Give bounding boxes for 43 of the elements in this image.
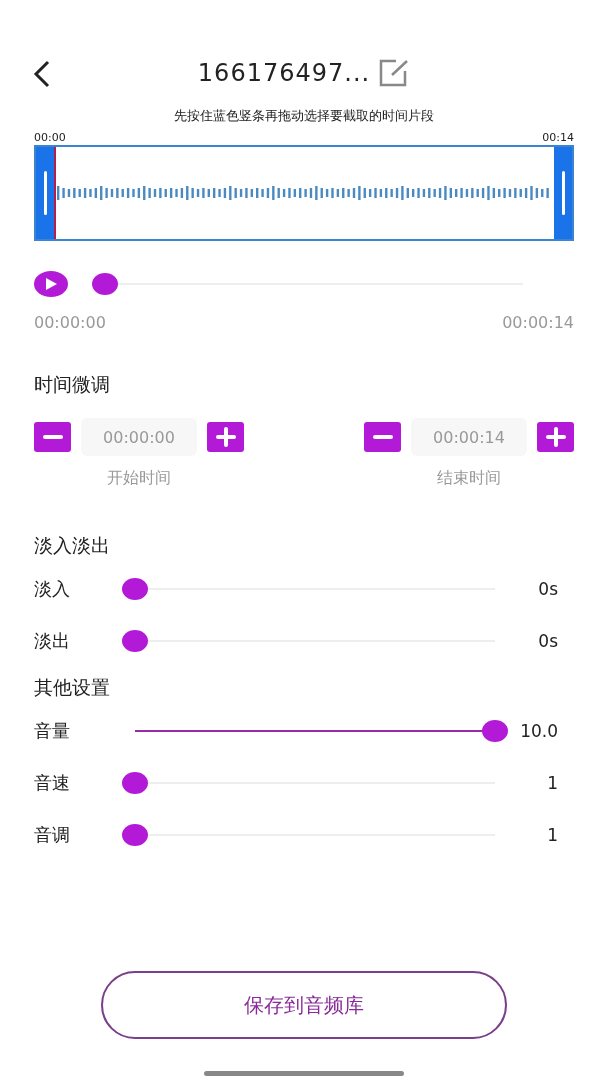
slider-label: 淡入 — [34, 577, 71, 601]
section-title: 其他设置 — [34, 675, 111, 700]
minus-icon — [42, 435, 63, 439]
field-caption: 结束时间 — [437, 468, 501, 489]
slider-label: 音速 — [34, 771, 71, 795]
play-button[interactable] — [34, 271, 68, 297]
plus-button[interactable] — [537, 422, 574, 452]
time-field[interactable]: 00:00:14 — [411, 418, 527, 456]
hint-text: 先按住蓝色竖条再拖动选择要截取的时间片段 — [173, 107, 435, 125]
start-mark: 00:00 — [34, 131, 66, 144]
play-icon — [44, 277, 58, 291]
slider-thumb[interactable] — [122, 578, 148, 600]
back-icon[interactable] — [32, 60, 52, 88]
slider-thumb[interactable] — [122, 824, 148, 846]
section-title: 淡入淡出 — [34, 533, 111, 558]
slider-thumb[interactable] — [122, 772, 148, 794]
plus-icon — [545, 427, 566, 447]
slider-value: 10.0 — [519, 721, 558, 741]
slider-thumb[interactable] — [92, 273, 118, 295]
minus-icon — [372, 435, 393, 439]
slider-thumb[interactable] — [122, 630, 148, 652]
slider-value: 0s — [537, 579, 558, 599]
plus-button[interactable] — [207, 422, 244, 452]
save-button[interactable]: 保存到音频库 — [101, 971, 507, 1039]
minus-button[interactable] — [364, 422, 401, 452]
end-mark: 00:14 — [542, 131, 574, 144]
slider-thumb[interactable] — [482, 720, 508, 742]
current-time: 00:00:00 — [34, 313, 106, 332]
slider-label: 音量 — [34, 719, 71, 743]
trim-handle[interactable] — [554, 147, 572, 239]
plus-icon — [215, 427, 236, 447]
section-title: 时间微调 — [34, 372, 111, 397]
time-field[interactable]: 00:00:00 — [81, 418, 197, 456]
slider-value: 1 — [546, 773, 558, 793]
field-caption: 开始时间 — [107, 468, 171, 489]
slider-label: 淡出 — [34, 629, 71, 653]
slider-value: 0s — [537, 631, 558, 651]
file-title: 166176497... — [197, 59, 371, 87]
total-time: 00:00:14 — [502, 313, 574, 332]
minus-button[interactable] — [34, 422, 71, 452]
trim-handle[interactable] — [36, 147, 56, 239]
slider-label: 音调 — [34, 823, 71, 847]
slider-value: 1 — [546, 825, 558, 845]
